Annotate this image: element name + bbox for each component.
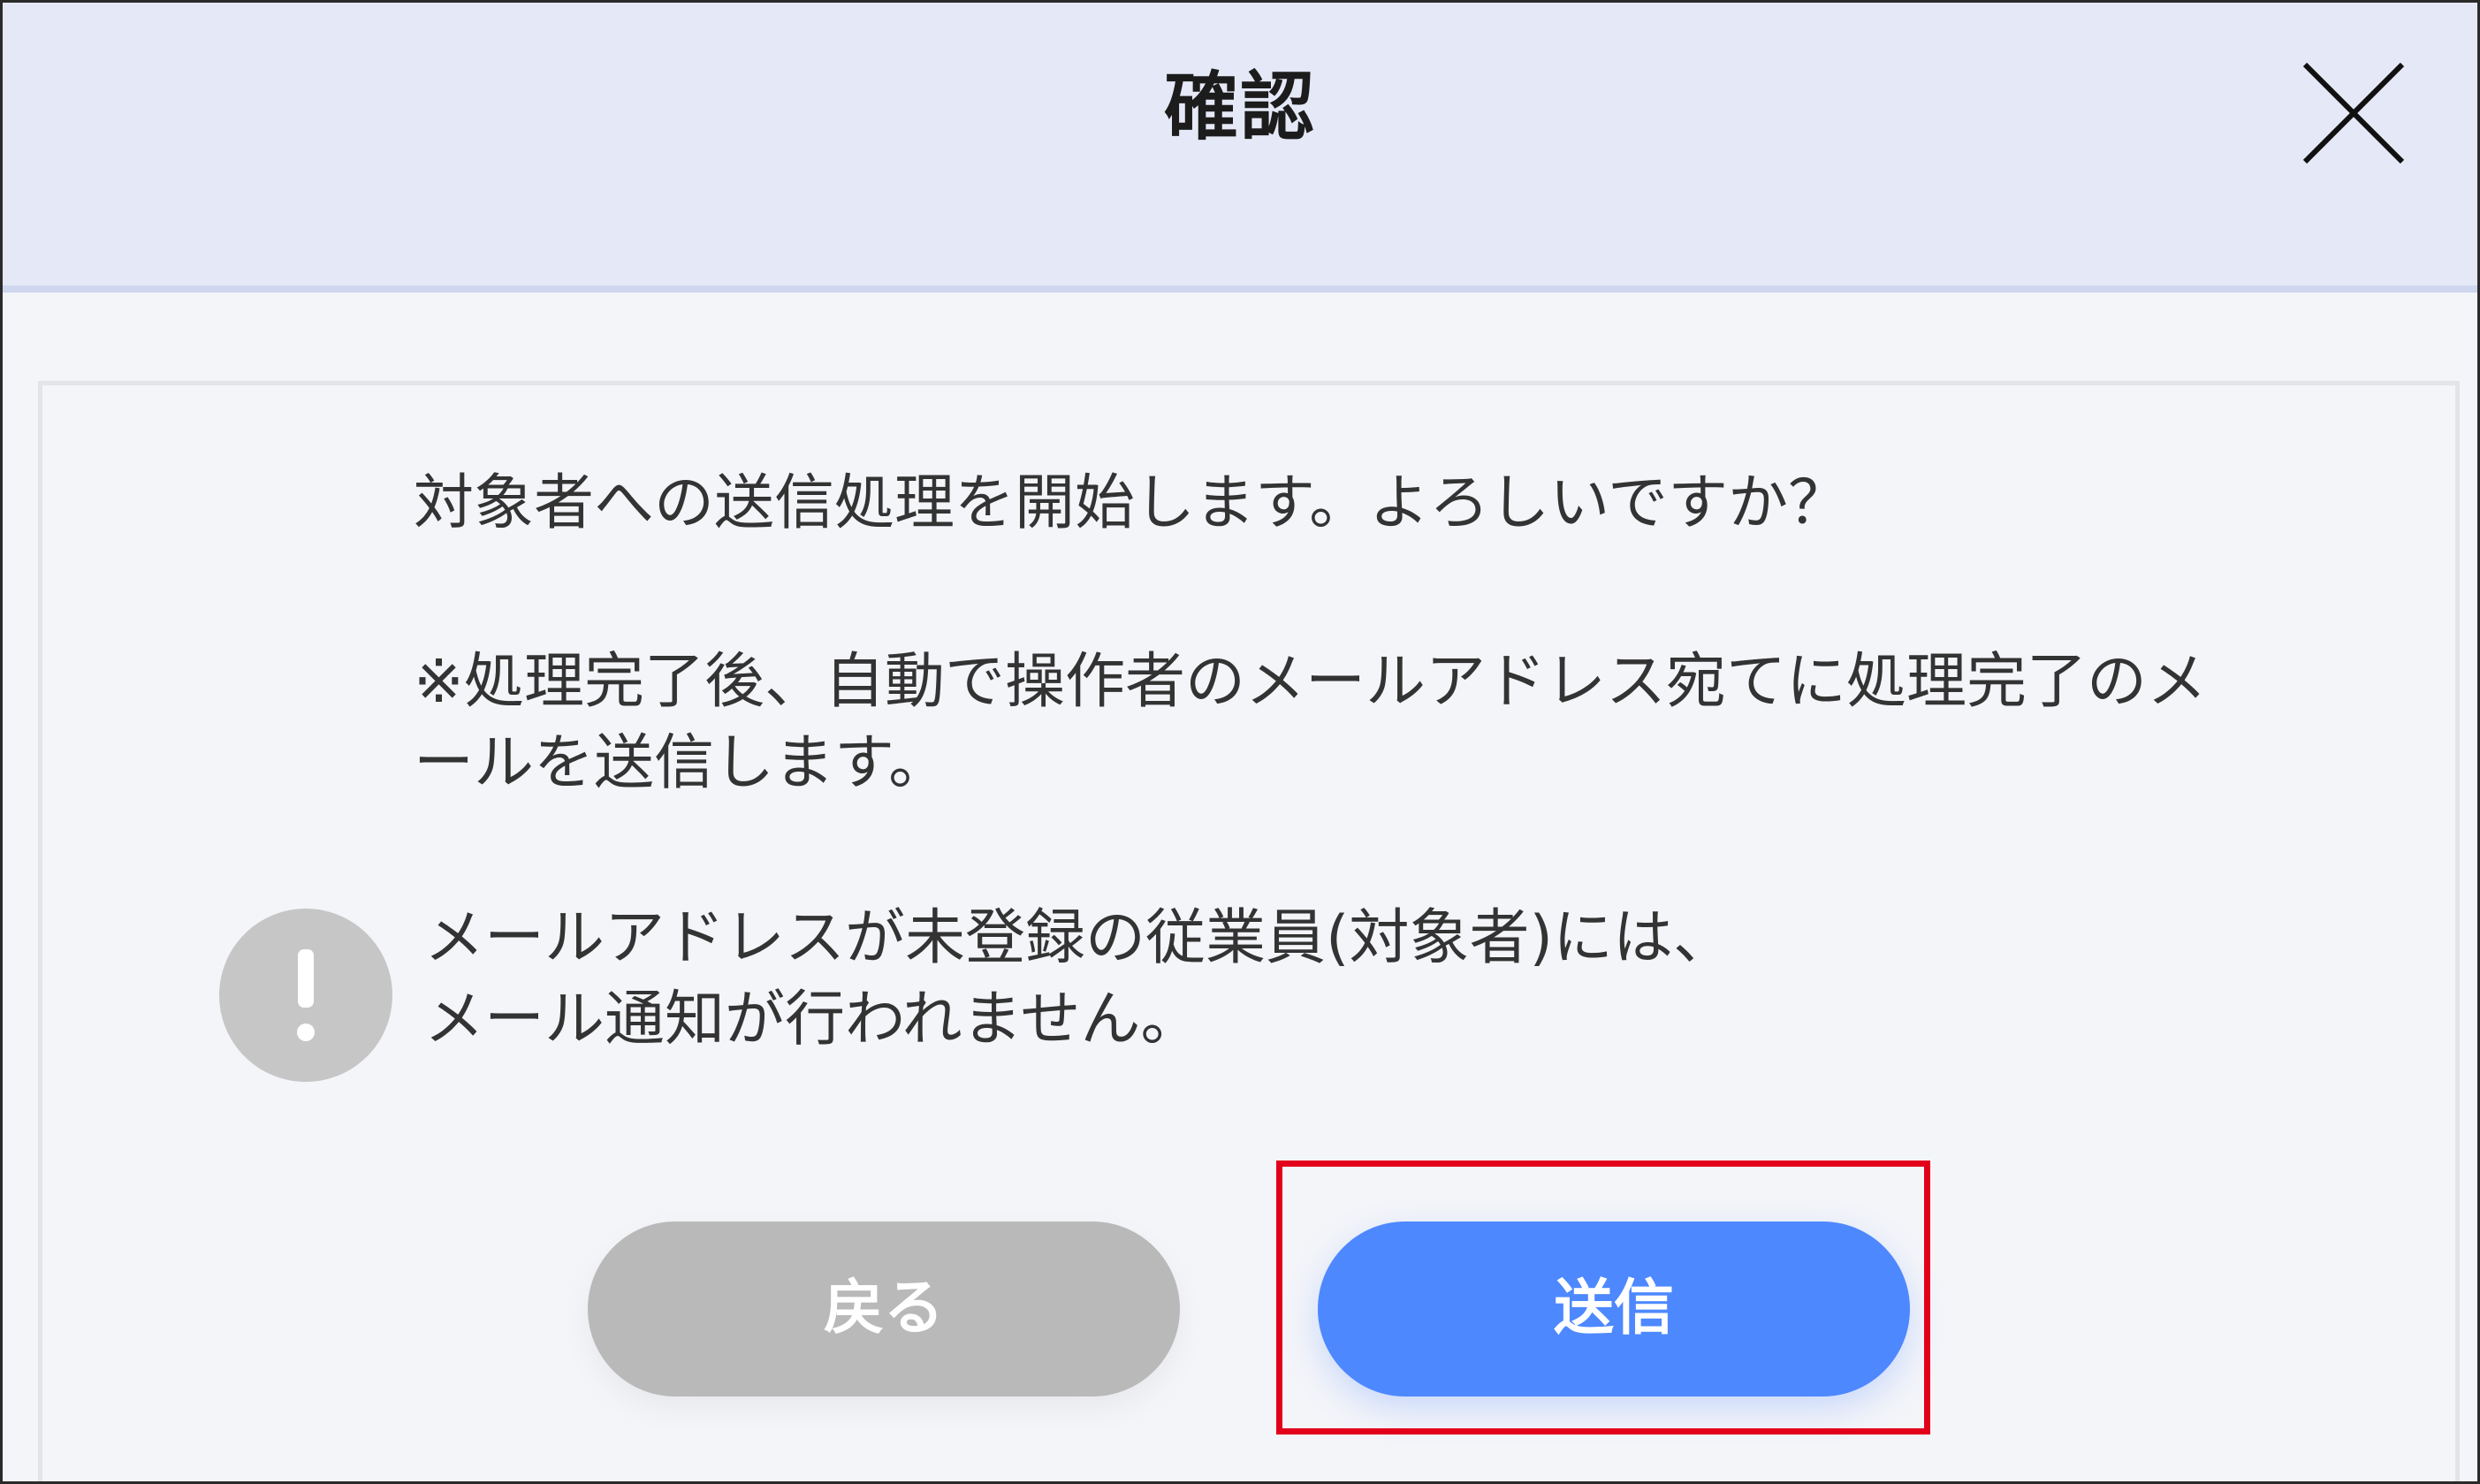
exclamation-dot [297, 1024, 315, 1041]
completion-note: ※処理完了後、自動で操作者のメールアドレス宛てに処理完了のメ ールを送信します。 [414, 642, 2358, 804]
close-icon [2302, 62, 2405, 164]
completion-note-line-2: ールを送信します。 [414, 728, 949, 798]
warning-message: メールアドレスが未登録の従業員(対象者)には、 メール通知が行われません。 [424, 898, 2280, 1061]
dialog-title: 確認 [1163, 64, 1316, 150]
send-button[interactable]: 送信 [1318, 1221, 1910, 1396]
dialog-header: 確認 [3, 3, 2477, 293]
warning-line-2: メール通知が行われません。 [424, 985, 1201, 1054]
back-button[interactable]: 戻る [588, 1221, 1180, 1396]
dialog-body-panel: 対象者への送信処理を開始します。よろしいですか？ ※処理完了後、自動で操作者のメ… [38, 381, 2460, 1481]
confirmation-dialog: 確認 対象者への送信処理を開始します。よろしいですか？ ※処理完了後、自動で操作… [0, 0, 2480, 1484]
warning-line-1: メールアドレスが未登録の従業員(対象者)には、 [424, 903, 1734, 973]
confirmation-message: 対象者への送信処理を開始します。よろしいですか？ [414, 468, 1849, 538]
close-button[interactable] [2296, 56, 2411, 171]
exclamation-circle-icon [219, 909, 392, 1082]
exclamation-bar [298, 949, 314, 1008]
completion-note-line-1: ※処理完了後、自動で操作者のメールアドレス宛てに処理完了のメ [414, 647, 2207, 717]
